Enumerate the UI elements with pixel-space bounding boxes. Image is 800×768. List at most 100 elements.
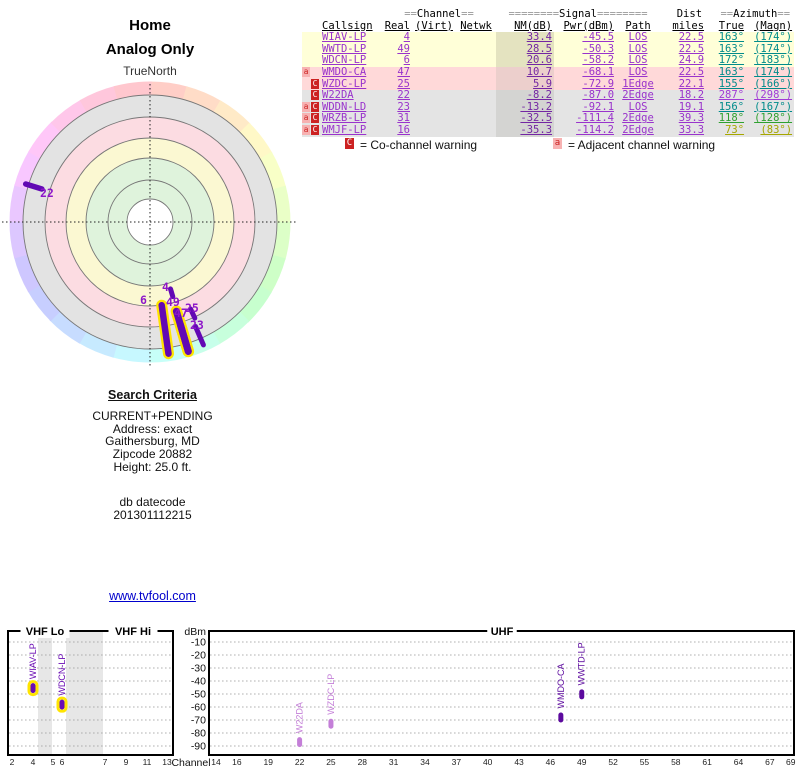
cell-true[interactable]: 163° — [706, 32, 746, 44]
channel-tick-label: 16 — [232, 757, 242, 767]
channel-tick-label: 14 — [211, 757, 221, 767]
cell-pwr[interactable]: -111.4 — [554, 113, 616, 125]
cell-true[interactable]: 118° — [706, 113, 746, 125]
channel-tick-label: 9 — [124, 757, 129, 767]
cell-miles[interactable]: 19.1 — [660, 102, 706, 114]
co-channel-warning-icon: C — [311, 125, 319, 135]
cell-true[interactable]: 156° — [706, 102, 746, 114]
cell-miles[interactable]: 18.2 — [660, 90, 706, 102]
spectrum-chart: VHF LoVHF HiUHFdBm-10-20-30-40-50-60-70-… — [0, 618, 800, 768]
search-criteria-line: CURRENT+PENDING — [0, 410, 305, 423]
band-label: VHF Lo — [26, 626, 65, 638]
cell-pwr[interactable]: -87.0 — [554, 90, 616, 102]
cell-path[interactable]: LOS — [616, 102, 660, 114]
cell-real[interactable]: 49 — [382, 44, 412, 56]
db-datecode-value: 201301112215 — [0, 509, 305, 522]
cell-real[interactable]: 6 — [382, 55, 412, 67]
cell-miles[interactable]: 22.5 — [660, 32, 706, 44]
cell-true[interactable]: 287° — [706, 90, 746, 102]
cell-real[interactable]: 16 — [382, 125, 412, 137]
cell-netwk — [456, 125, 496, 137]
cell-path[interactable]: 2Edge — [616, 113, 660, 125]
cell-pwr[interactable]: -50.3 — [554, 44, 616, 56]
cell-callsign[interactable]: WZDC-LP — [322, 79, 382, 91]
cell-pwr[interactable]: -114.2 — [554, 125, 616, 137]
cell-magn[interactable]: (128°) — [746, 113, 794, 125]
cell-nm[interactable]: 20.6 — [496, 55, 554, 67]
cell-true[interactable]: 73° — [706, 125, 746, 137]
cell-callsign[interactable]: WDCN-LP — [322, 55, 382, 67]
cell-path[interactable]: 1Edge — [616, 79, 660, 91]
cell-nm[interactable]: -35.3 — [496, 125, 554, 137]
cell-nm[interactable]: -13.2 — [496, 102, 554, 114]
band-label: VHF Hi — [115, 626, 151, 638]
col-true: True — [706, 21, 746, 33]
cell-callsign[interactable]: WRZB-LP — [322, 113, 382, 125]
cell-nm[interactable]: 28.5 — [496, 44, 554, 56]
cell-path[interactable]: 2Edge — [616, 125, 660, 137]
cell-virt — [412, 44, 456, 56]
cell-callsign[interactable]: WDDN-LD — [322, 102, 382, 114]
cell-nm[interactable]: -8.2 — [496, 90, 554, 102]
cell-pwr[interactable]: -92.1 — [554, 102, 616, 114]
cell-true[interactable]: 163° — [706, 67, 746, 79]
channel-tick-label: 43 — [514, 757, 524, 767]
cell-true[interactable]: 172° — [706, 55, 746, 67]
cell-magn[interactable]: (167°) — [746, 102, 794, 114]
cell-magn[interactable]: (174°) — [746, 67, 794, 79]
cell-real[interactable]: 47 — [382, 67, 412, 79]
col-magn: (Magn) — [746, 21, 794, 33]
cell-real[interactable]: 31 — [382, 113, 412, 125]
cell-path[interactable]: LOS — [616, 44, 660, 56]
uhf-panel — [209, 631, 794, 755]
cell-path[interactable]: LOS — [616, 55, 660, 67]
co-channel-warning-icon: C — [345, 138, 354, 149]
cell-pwr[interactable]: -68.1 — [554, 67, 616, 79]
cell-path[interactable]: LOS — [616, 67, 660, 79]
channel-group-header: ==Channel== — [382, 9, 496, 21]
cell-path[interactable]: 2Edge — [616, 90, 660, 102]
cell-nm[interactable]: -32.5 — [496, 113, 554, 125]
channel-tick-label: 34 — [420, 757, 430, 767]
cell-miles[interactable]: 24.9 — [660, 55, 706, 67]
cell-magn[interactable]: (183°) — [746, 55, 794, 67]
dbm-tick-label: -30 — [191, 663, 206, 675]
cell-real[interactable]: 22 — [382, 90, 412, 102]
cell-pwr[interactable]: -72.9 — [554, 79, 616, 91]
dbm-tick-label: -20 — [191, 650, 206, 662]
channel-tick-label: 46 — [546, 757, 556, 767]
cell-magn[interactable]: (298°) — [746, 90, 794, 102]
cell-magn[interactable]: (83°) — [746, 125, 794, 137]
cell-callsign[interactable]: WIAV-LP — [322, 32, 382, 44]
cell-miles[interactable]: 22.1 — [660, 79, 706, 91]
cell-nm[interactable]: 10.7 — [496, 67, 554, 79]
channel-tick-label: 49 — [577, 757, 587, 767]
channel-tick-label: 40 — [483, 757, 493, 767]
cell-path[interactable]: LOS — [616, 32, 660, 44]
cell-true[interactable]: 155° — [706, 79, 746, 91]
cell-nm[interactable]: 5.9 — [496, 79, 554, 91]
co-channel-warning-icon: C — [311, 79, 319, 89]
cell-real[interactable]: 23 — [382, 102, 412, 114]
channel-tick-label: 37 — [452, 757, 462, 767]
cell-callsign[interactable]: WMDO-CA — [322, 67, 382, 79]
cell-pwr[interactable]: -45.5 — [554, 32, 616, 44]
tvfool-link[interactable]: www.tvfool.com — [0, 589, 305, 603]
table-row: aCWMDO-CA4710.7-68.1LOS22.5163°(174°) — [302, 67, 794, 79]
cell-miles[interactable]: 33.3 — [660, 125, 706, 137]
cell-true[interactable]: 163° — [706, 44, 746, 56]
cell-magn[interactable]: (174°) — [746, 44, 794, 56]
cell-real[interactable]: 25 — [382, 79, 412, 91]
cell-callsign[interactable]: WWTD-LP — [322, 44, 382, 56]
cell-magn[interactable]: (174°) — [746, 32, 794, 44]
cell-real[interactable]: 4 — [382, 32, 412, 44]
cell-nm[interactable]: 33.4 — [496, 32, 554, 44]
cell-miles[interactable]: 39.3 — [660, 113, 706, 125]
cell-pwr[interactable]: -58.2 — [554, 55, 616, 67]
cell-virt — [412, 79, 456, 91]
cell-callsign[interactable]: W22DA — [322, 90, 382, 102]
cell-miles[interactable]: 22.5 — [660, 44, 706, 56]
cell-miles[interactable]: 22.5 — [660, 67, 706, 79]
cell-magn[interactable]: (166°) — [746, 79, 794, 91]
cell-callsign[interactable]: WMJF-LP — [322, 125, 382, 137]
